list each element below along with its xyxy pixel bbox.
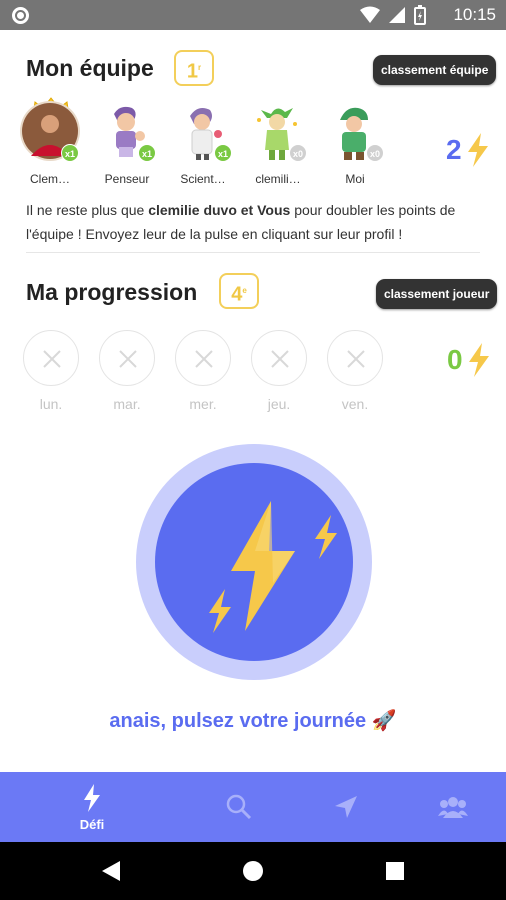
player-score-value: 0 <box>447 344 463 375</box>
team-message-highlight: clemilie duvo et Vous <box>148 202 291 218</box>
team-message-prefix: Il ne reste plus que <box>26 202 149 218</box>
cross-icon <box>347 350 365 368</box>
multiplier-badge: x1 <box>138 144 156 162</box>
pulse-button-core <box>155 463 353 661</box>
system-nav-bar <box>0 842 506 900</box>
bolt-icon <box>84 784 100 812</box>
bolt-icon <box>468 343 489 377</box>
back-icon[interactable] <box>102 861 120 881</box>
member-name: Penseur <box>104 172 150 186</box>
avatar: x0 <box>247 100 309 162</box>
send-icon <box>335 796 357 818</box>
team-section-title: Mon équipe <box>26 55 154 81</box>
multiplier-badge: x0 <box>289 144 307 162</box>
team-icon <box>438 797 468 818</box>
team-ranking-button[interactable]: classement équipe <box>373 55 497 85</box>
day-label: mar. <box>113 396 141 412</box>
divider <box>26 252 480 253</box>
status-bar: 10:15 <box>0 0 506 30</box>
team-score: 2 <box>446 133 490 167</box>
team-member[interactable]: x0 clemili… <box>243 100 313 186</box>
day-label: ven. <box>341 396 369 412</box>
progression-section-title: Ma progression <box>26 279 198 305</box>
cross-icon <box>271 350 289 368</box>
team-member[interactable]: x0 Moi <box>320 100 390 186</box>
day-indicator: jeu. <box>251 330 307 412</box>
signal-icon <box>389 7 405 23</box>
nav-item-label: Défi <box>79 817 105 832</box>
avatar: x0 <box>324 100 386 162</box>
day-ring <box>99 330 155 386</box>
day-indicator: mar. <box>99 330 155 412</box>
day-ring <box>251 330 307 386</box>
notification-dot-icon <box>12 7 29 24</box>
player-score: 0 <box>447 343 491 377</box>
day-indicator: mer. <box>175 330 231 412</box>
nav-item-defi[interactable]: Défi <box>29 772 155 842</box>
battery-icon <box>414 5 426 25</box>
big-bolt-icon <box>209 501 337 633</box>
recents-icon[interactable] <box>386 862 404 880</box>
day-ring <box>327 330 383 386</box>
pulse-cta-text: anais, pulsez votre journée 🚀 <box>109 710 397 732</box>
day-indicator: lun. <box>23 330 79 412</box>
team-rank: 1 <box>186 60 198 83</box>
bolt-icon <box>467 133 488 167</box>
bottom-nav: Défi <box>0 772 506 842</box>
team-member[interactable]: x1 Clem… <box>15 97 85 186</box>
pulse-button[interactable] <box>136 444 372 680</box>
multiplier-badge: x1 <box>214 144 232 162</box>
member-name: Scient… <box>180 172 226 186</box>
home-icon[interactable] <box>242 860 264 882</box>
multiplier-badge: x0 <box>366 144 384 162</box>
team-score-value: 2 <box>446 134 462 165</box>
avatar: x1 <box>172 100 234 162</box>
day-indicator: ven. <box>327 330 383 412</box>
player-ranking-button[interactable]: classement joueur <box>376 279 498 309</box>
team-member[interactable]: x1 Scient… <box>168 100 238 186</box>
multiplier-badge: x1 <box>61 144 79 162</box>
cross-icon <box>119 350 137 368</box>
cross-icon <box>195 350 213 368</box>
avatar: x1 <box>96 100 158 162</box>
clock: 10:15 <box>453 5 496 24</box>
player-rank: 4 <box>231 283 243 306</box>
player-rank-badge: 4e <box>219 273 259 309</box>
member-name: Clem… <box>29 172 70 186</box>
avatar: x1 <box>19 97 81 162</box>
team-rank-badge: 1r <box>174 50 214 86</box>
day-label: lun. <box>39 396 63 412</box>
nav-item-team[interactable] <box>390 772 506 842</box>
team-rank-suffix: r <box>198 63 202 72</box>
day-ring <box>175 330 231 386</box>
player-rank-suffix: e <box>242 286 247 295</box>
day-label: mer. <box>189 396 217 412</box>
member-name: Moi <box>345 172 365 186</box>
cross-icon <box>43 350 61 368</box>
wifi-icon <box>360 6 380 23</box>
member-name: clemili… <box>255 172 301 186</box>
day-label: jeu. <box>267 396 291 412</box>
team-member[interactable]: x1 Penseur <box>92 100 162 186</box>
day-ring <box>23 330 79 386</box>
search-icon <box>226 794 252 820</box>
team-message: Il ne reste plus que clemilie duvo et Vo… <box>26 198 486 246</box>
